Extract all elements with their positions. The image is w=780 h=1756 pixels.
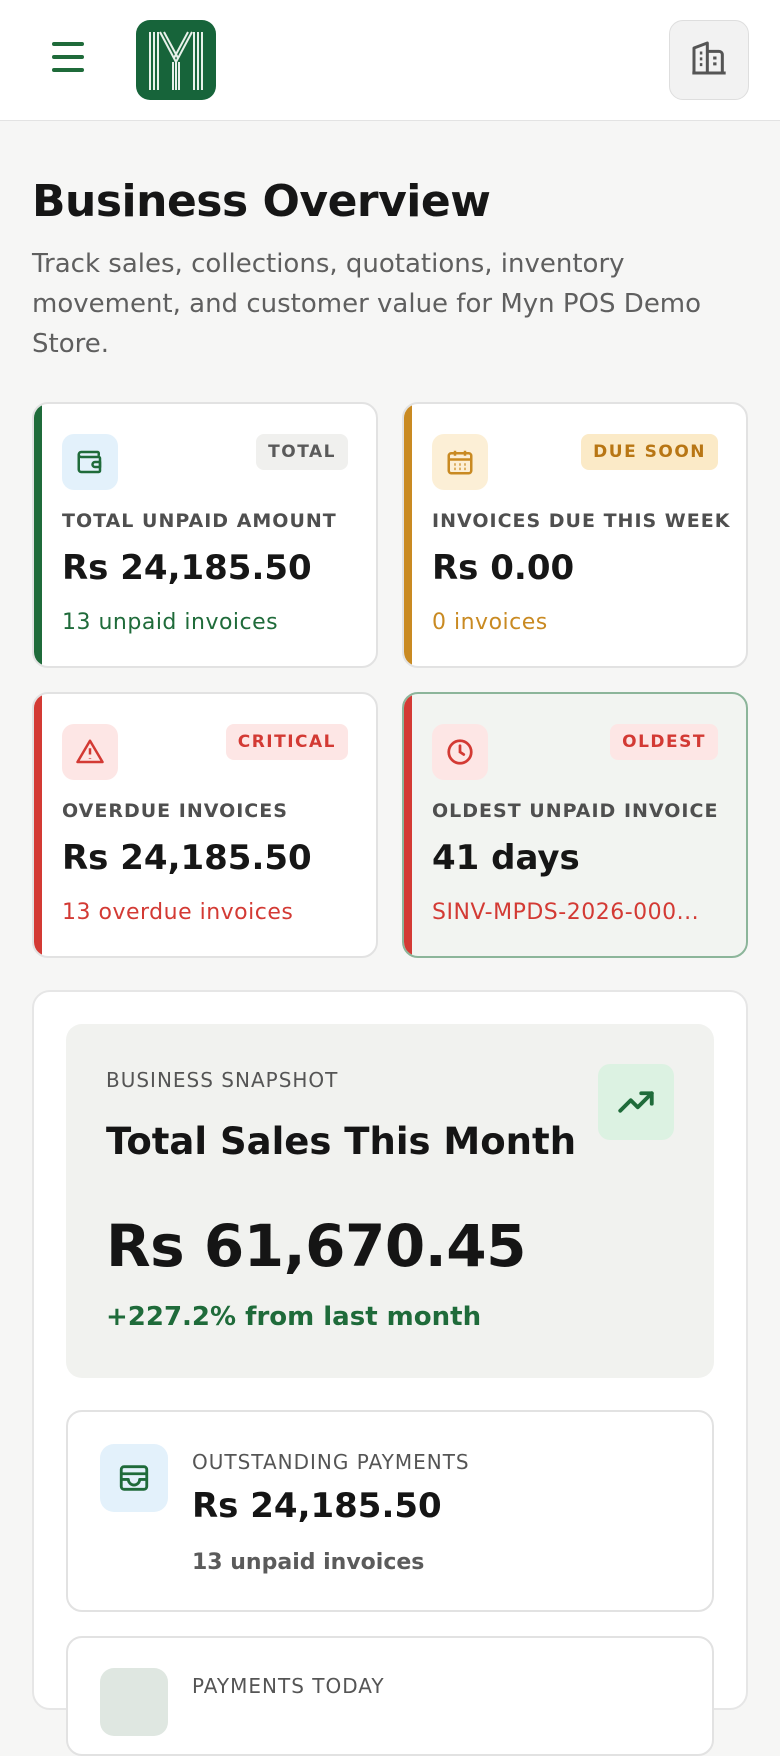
card-value: Rs 24,185.50	[62, 838, 312, 878]
card-label: OLDEST UNPAID INVOICE	[432, 800, 719, 822]
accent-bar	[34, 404, 42, 666]
oldest-unpaid-card[interactable]: OLDEST OLDEST UNPAID INVOICE 41 days SIN…	[402, 692, 748, 958]
payments-today-card[interactable]: PAYMENTS TODAY	[66, 1636, 714, 1756]
outstanding-payments-card[interactable]: OUTSTANDING PAYMENTS Rs 24,185.50 13 unp…	[66, 1410, 714, 1612]
outstanding-sub: 13 unpaid invoices	[192, 1550, 425, 1575]
status-badge: CRITICAL	[225, 724, 348, 760]
page-subtitle: Track sales, collections, quotations, in…	[32, 249, 702, 359]
snapshot-change: +227.2% from last month	[106, 1302, 482, 1332]
snapshot-label: BUSINESS SNAPSHOT	[106, 1068, 339, 1092]
accent-bar	[404, 404, 412, 666]
myn-pos-logo[interactable]	[136, 20, 216, 100]
card-label: TOTAL UNPAID AMOUNT	[62, 510, 337, 532]
overdue-invoices-card[interactable]: CRITICAL OVERDUE INVOICES Rs 24,185.50 1…	[32, 692, 378, 958]
accent-bar	[404, 694, 412, 956]
card-value: Rs 24,185.50	[62, 548, 312, 588]
calendar-icon	[432, 434, 488, 490]
card-value: Rs 0.00	[432, 548, 575, 588]
store-selector-button[interactable]	[669, 20, 749, 100]
status-badge: DUE SOON	[581, 434, 718, 470]
clock-icon	[432, 724, 488, 780]
due-this-week-card[interactable]: DUE SOON INVOICES DUE THIS WEEK Rs 0.00 …	[402, 402, 748, 668]
card-sub: 0 invoices	[432, 610, 548, 635]
snapshot-value: Rs 61,670.45	[106, 1212, 526, 1280]
snapshot-title: Total Sales This Month	[106, 1120, 577, 1163]
card-label: OVERDUE INVOICES	[62, 800, 288, 822]
card-sub: SINV-MPDS-2026-000...	[432, 900, 700, 925]
accent-bar	[34, 694, 42, 956]
status-badge: TOTAL	[256, 434, 348, 470]
outstanding-value: Rs 24,185.50	[192, 1486, 442, 1526]
business-snapshot-card[interactable]: BUSINESS SNAPSHOT Total Sales This Month…	[66, 1024, 714, 1378]
card-sub: 13 unpaid invoices	[62, 610, 279, 635]
warning-triangle-icon	[62, 724, 118, 780]
inbox-tray-icon	[100, 1444, 168, 1512]
wallet-icon	[62, 434, 118, 490]
card-value: 41 days	[432, 838, 580, 878]
page-title: Business Overview	[32, 176, 491, 227]
card-sub: 13 overdue invoices	[62, 900, 294, 925]
payments-icon	[100, 1668, 168, 1736]
status-badge: OLDEST	[610, 724, 718, 760]
building-icon	[689, 38, 729, 82]
total-unpaid-card[interactable]: TOTAL TOTAL UNPAID AMOUNT Rs 24,185.50 1…	[32, 402, 378, 668]
trending-up-icon	[598, 1064, 674, 1140]
payments-today-label: PAYMENTS TODAY	[192, 1674, 385, 1698]
outstanding-label: OUTSTANDING PAYMENTS	[192, 1450, 470, 1474]
card-label: INVOICES DUE THIS WEEK	[432, 510, 731, 532]
top-bar	[0, 0, 780, 121]
hamburger-menu-icon[interactable]	[52, 42, 92, 78]
